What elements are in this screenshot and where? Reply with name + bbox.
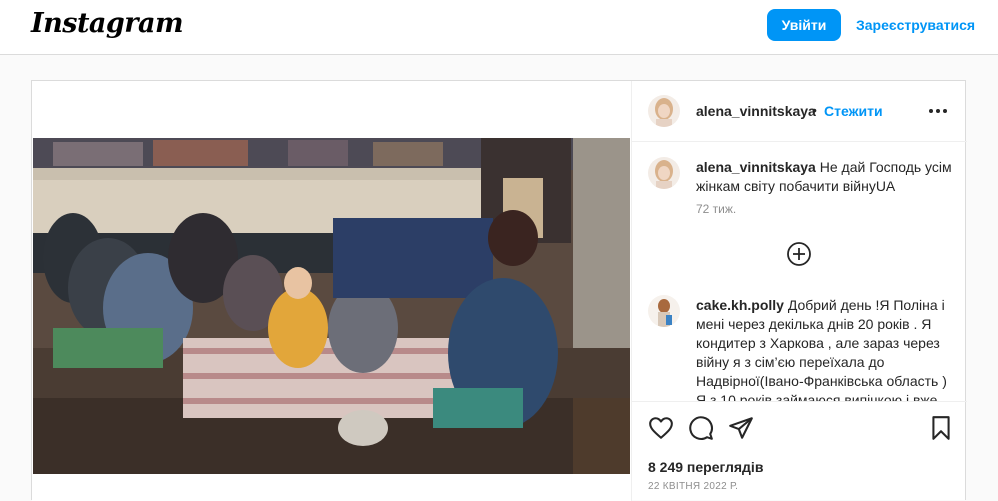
post-author-username[interactable]: alena_vinnitskaya — [696, 103, 816, 119]
post-sidebar: alena_vinnitskaya • Стежити alena_vinnit… — [631, 81, 967, 501]
comment: cake.kh.polly Добрий день !Я Поліна і ме… — [696, 296, 952, 401]
comment-button[interactable] — [688, 415, 714, 441]
comment-icon — [689, 416, 713, 440]
post-card: alena_vinnitskaya • Стежити alena_vinnit… — [31, 80, 967, 501]
caption: alena_vinnitskaya Не дай Господь усім жі… — [696, 158, 952, 196]
views-count[interactable]: 8 249 переглядів — [648, 459, 763, 475]
caption-username[interactable]: alena_vinnitskaya — [696, 159, 816, 175]
signup-link[interactable]: Зареєструватися — [856, 17, 975, 33]
instagram-logo[interactable]: Instagram — [31, 8, 184, 39]
comment-username[interactable]: cake.kh.polly — [696, 297, 784, 313]
send-icon — [729, 417, 753, 439]
share-button[interactable] — [728, 415, 754, 441]
load-more-comments-button[interactable] — [786, 241, 812, 267]
avatar-image — [648, 295, 680, 327]
more-horizontal-icon — [929, 109, 947, 113]
save-button[interactable] — [928, 415, 954, 441]
avatar-image — [648, 157, 680, 189]
avatar-image — [648, 95, 680, 127]
login-button[interactable]: Увійти — [767, 9, 841, 41]
caption-avatar[interactable] — [648, 157, 680, 189]
follow-button[interactable]: Стежити — [824, 103, 883, 119]
avatar[interactable] — [648, 95, 680, 127]
caption-time[interactable]: 72 тиж. — [696, 202, 736, 216]
comments-section: alena_vinnitskaya Не дай Господь усім жі… — [632, 143, 967, 401]
top-navigation-bar: Instagram Увійти Зареєструватися — [0, 0, 998, 55]
bookmark-icon — [932, 416, 950, 440]
post-header: alena_vinnitskaya • Стежити — [632, 81, 967, 142]
post-video[interactable] — [33, 138, 630, 474]
more-options-button[interactable] — [928, 101, 948, 121]
comment-avatar[interactable] — [648, 295, 680, 327]
like-button[interactable] — [648, 415, 674, 441]
post-date[interactable]: 22 КВІТНЯ 2022 Р. — [648, 481, 738, 492]
post-media — [32, 81, 631, 501]
add-circle-icon — [787, 242, 811, 266]
heart-icon — [649, 417, 673, 439]
video-frame-illustration — [33, 138, 630, 474]
separator-dot: • — [812, 102, 817, 118]
post-actions: 8 249 переглядів 22 КВІТНЯ 2022 Р. — [632, 401, 967, 501]
